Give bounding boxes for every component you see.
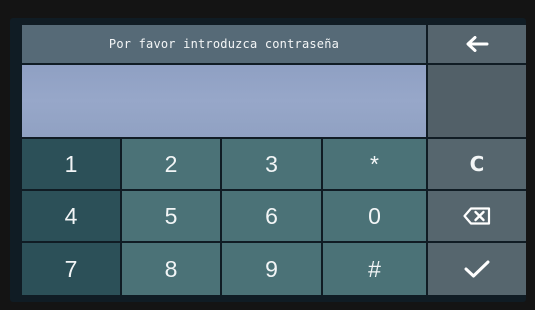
key-label: 5	[164, 202, 178, 229]
clear-button[interactable]: C	[428, 139, 526, 189]
key-7[interactable]: 7	[22, 243, 120, 295]
key-label: 6	[265, 202, 278, 229]
clear-label: C	[469, 152, 485, 176]
key-6[interactable]: 6	[222, 191, 321, 241]
key-label: #	[368, 255, 381, 282]
key-label: 8	[164, 255, 178, 282]
back-button[interactable]	[428, 25, 526, 63]
key-label: 3	[265, 150, 278, 177]
key-2[interactable]: 2	[122, 139, 220, 189]
key-hash[interactable]: #	[323, 243, 426, 295]
backspace-icon	[463, 207, 491, 225]
delete-button[interactable]	[428, 191, 526, 241]
key-5[interactable]: 5	[122, 191, 220, 241]
key-label: *	[370, 150, 379, 177]
password-field[interactable]	[22, 65, 426, 137]
prompt-text: Por favor introduzca contraseña	[108, 37, 340, 51]
key-0[interactable]: 0	[323, 191, 426, 241]
key-label: 7	[64, 255, 78, 282]
side-panel	[428, 65, 526, 137]
key-star[interactable]: *	[323, 139, 426, 189]
key-8[interactable]: 8	[122, 243, 220, 295]
key-label: 9	[265, 255, 278, 282]
lock-screen: Por favor introduzca contraseña 1 2 3 * …	[10, 18, 526, 302]
key-label: 4	[64, 202, 78, 229]
key-1[interactable]: 1	[22, 139, 120, 189]
checkmark-icon	[464, 260, 490, 278]
key-label: 2	[164, 150, 178, 177]
confirm-button[interactable]	[428, 243, 526, 295]
key-label: 0	[368, 202, 381, 229]
key-3[interactable]: 3	[222, 139, 321, 189]
password-prompt: Por favor introduzca contraseña	[22, 25, 426, 63]
key-4[interactable]: 4	[22, 191, 120, 241]
key-9[interactable]: 9	[222, 243, 321, 295]
key-label: 1	[64, 150, 78, 177]
arrow-left-icon	[466, 36, 489, 52]
